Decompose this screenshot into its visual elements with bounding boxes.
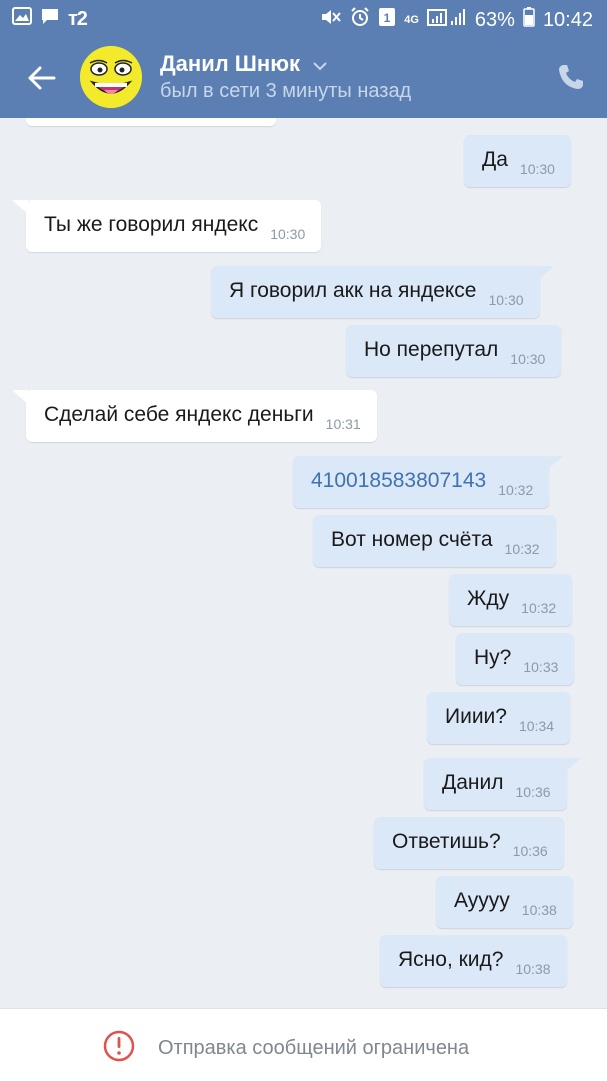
- arrow-left-icon: [28, 66, 56, 90]
- message-bubble-partial: [26, 118, 276, 126]
- message-time: 10:30: [510, 351, 546, 367]
- smiley-face-avatar-icon: [80, 46, 142, 108]
- message-text: Ответишь?: [392, 830, 501, 853]
- bubble-tail: [564, 758, 581, 772]
- contact-name[interactable]: Данил Шнюк: [160, 51, 300, 77]
- message-text: Я говорил акк на яндексе: [229, 279, 477, 302]
- message-bubble-incoming[interactable]: Сделай себе яндекс деньги 10:31: [12, 390, 377, 442]
- gallery-notification-icon: [12, 7, 32, 31]
- message-text: Ииии?: [445, 705, 507, 728]
- bubble-tail: [547, 456, 564, 470]
- phone-icon: [559, 65, 583, 89]
- message-text: Но перепутал: [364, 338, 499, 361]
- status-bar: т2 1 4G 63% 10:42: [0, 0, 607, 36]
- message-time: 10:30: [519, 161, 555, 177]
- message-time: 10:38: [515, 961, 551, 977]
- message-text: Ясно, кид?: [398, 948, 504, 971]
- message-bubble-outgoing[interactable]: Вот номер счёта 10:32: [313, 515, 556, 567]
- message-bubble-outgoing[interactable]: Ну? 10:33: [456, 633, 575, 685]
- sim-slot-number: 1: [384, 11, 391, 25]
- message-bubble-outgoing[interactable]: Ауууу 10:38: [436, 876, 573, 928]
- bubble-tail: [12, 200, 28, 214]
- back-button[interactable]: [26, 62, 58, 94]
- message-text: Ауууу: [454, 889, 510, 912]
- message-time: 10:32: [504, 541, 540, 557]
- message-bubble-outgoing[interactable]: Жду 10:32: [449, 574, 573, 626]
- message-bubble-outgoing[interactable]: Ответишь? 10:36: [374, 817, 564, 869]
- message-text: Данил: [442, 771, 504, 794]
- message-bubble-outgoing[interactable]: 410018583807143 10:32: [293, 456, 564, 508]
- message-bubble-outgoing[interactable]: Я говорил акк на яндексе 10:30: [211, 266, 554, 318]
- bubble-tail: [12, 390, 28, 404]
- message-time: 10:30: [270, 226, 306, 242]
- message-text: Вот номер счёта: [331, 528, 493, 551]
- restriction-text: Отправка сообщений ограничена: [158, 1037, 470, 1059]
- message-text: Ты же говорил яндекс: [44, 213, 259, 236]
- chat-header: Данил Шнюк был в сети 3 минуты назад: [0, 36, 607, 118]
- message-time: 10:36: [515, 784, 551, 800]
- message-bubble-outgoing[interactable]: Данил 10:36: [424, 758, 581, 810]
- message-time: 10:32: [498, 482, 534, 498]
- signal-icon: [426, 7, 467, 33]
- mute-icon: [320, 7, 342, 33]
- alert-circle-icon: [102, 1029, 136, 1068]
- message-time: 10:34: [518, 718, 555, 734]
- sim-slot-icon: 1: [378, 7, 396, 33]
- contact-status: был в сети 3 минуты назад: [160, 80, 412, 102]
- message-time: 10:38: [521, 902, 557, 918]
- message-time: 10:36: [512, 843, 548, 859]
- battery-icon: [523, 7, 535, 33]
- bubble-tail: [537, 266, 554, 280]
- battery-percent: 63%: [474, 8, 515, 31]
- account-number-link[interactable]: 410018583807143: [311, 469, 486, 508]
- carrier-label: т2: [68, 7, 88, 30]
- message-time: 10:30: [488, 292, 524, 308]
- message-bubble-outgoing[interactable]: Ииии? 10:34: [427, 692, 571, 744]
- message-bubble-outgoing[interactable]: Ясно, кид? 10:38: [380, 935, 567, 987]
- message-notification-icon: [40, 7, 60, 31]
- message-text: Ну?: [474, 646, 512, 669]
- message-bubble-outgoing[interactable]: Да 10:30: [464, 135, 571, 187]
- message-text: Жду: [467, 587, 510, 610]
- message-time: 10:33: [523, 659, 559, 675]
- message-text: Да: [482, 148, 508, 171]
- chevron-down-icon[interactable]: [312, 58, 328, 76]
- call-button[interactable]: [556, 62, 586, 92]
- message-restriction-banner: Отправка сообщений ограничена: [0, 1008, 607, 1081]
- message-text: Сделай себе яндекс деньги: [44, 403, 314, 426]
- message-time: 10:31: [325, 416, 361, 432]
- message-list[interactable]: Да 10:30 Ты же говорил яндекс 10:30 Я го…: [0, 118, 607, 1008]
- clock: 10:42: [542, 8, 593, 31]
- message-time: 10:32: [521, 600, 557, 616]
- message-bubble-outgoing[interactable]: Но перепутал 10:30: [346, 325, 562, 377]
- avatar[interactable]: [80, 46, 142, 108]
- message-bubble-incoming[interactable]: Ты же говорил яндекс 10:30: [12, 200, 322, 252]
- network-type-label: 4G: [404, 14, 419, 26]
- alarm-icon: [350, 7, 370, 33]
